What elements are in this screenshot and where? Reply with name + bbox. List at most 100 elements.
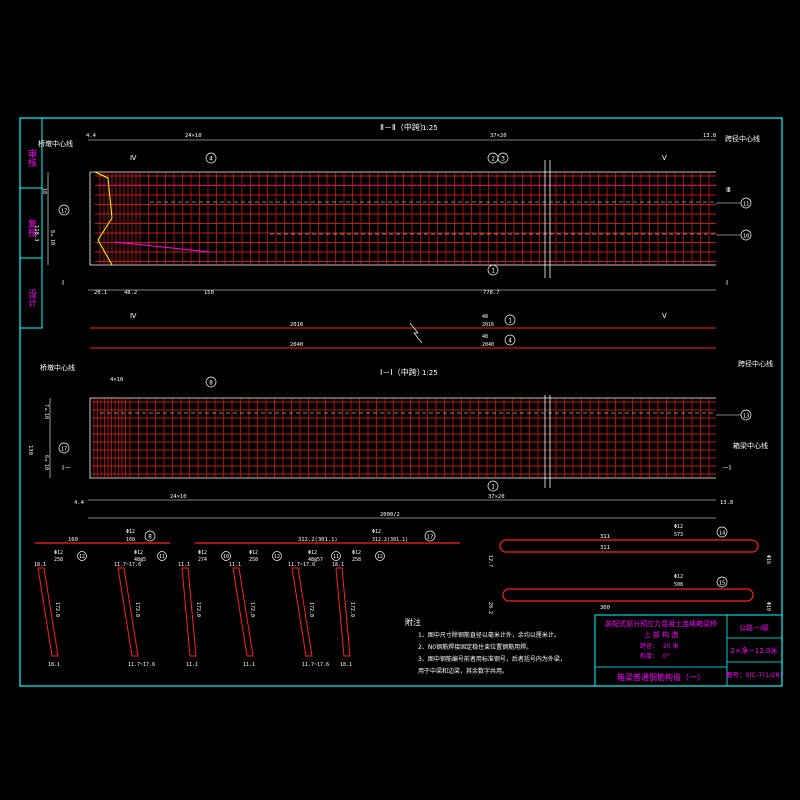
slanted-bar-dia: Φ12: [249, 550, 258, 556]
note-2: 2、N0钢筋焊接固定稳住束位置钢筋用焊。: [418, 643, 532, 651]
notes-heading: 附注: [405, 617, 421, 627]
slanted-bar-top-dim: 11.1: [178, 562, 190, 568]
svg-text:17: 17: [61, 209, 68, 215]
long-bar-1-qty: 48: [482, 314, 488, 320]
loop-15-h: 28.2: [487, 602, 493, 614]
bar-8-sub: 160: [126, 537, 135, 543]
slanted-bar-bottom-dim: 18.1: [48, 662, 60, 668]
dim-bottom-1: 48.2: [124, 290, 137, 296]
bar-17-len: 312.2(301.1): [298, 537, 338, 543]
slanted-bar-bottom-dim: 11.7~17.6: [128, 662, 155, 668]
section-bottom-scale: 1:25: [422, 369, 438, 377]
long-bar-4-qty: 48: [482, 334, 488, 340]
dim-left-1: 10: [41, 188, 47, 194]
long-bar-4-sub: 2040: [482, 342, 494, 348]
slanted-bar-dia: Φ12: [352, 550, 361, 556]
cut-mark-i: Ⅰ－: [62, 464, 71, 472]
slanted-bar-qty: 258: [54, 557, 63, 563]
bar-8-len: 160: [68, 537, 78, 543]
section-top-scale: 1:25: [422, 124, 438, 132]
slanted-bar-callout-number: 11: [159, 554, 165, 560]
loop-15-r: Φ10: [765, 602, 771, 611]
slanted-bar-side-dim: 172.0: [134, 602, 140, 617]
skew-label: 斜度：: [640, 652, 658, 660]
loop-14-h: 12.7: [487, 555, 493, 567]
slanted-bar-dia: Φ12: [134, 550, 143, 556]
drawing-canvas: 审核 复核 设计 Ⅱ－Ⅱ（中跨） 1:25 桥墩中心线 跨径中心线 4.4 24…: [0, 0, 800, 800]
slanted-bar-callout-number: 12: [377, 554, 383, 560]
skew-value: 0°: [663, 653, 670, 660]
dim-left-b2: 6×10: [43, 455, 49, 470]
slanted-bar-callout-number: 11: [333, 554, 339, 560]
slanted-bar-callout-number: 12: [274, 554, 280, 560]
svg-text:8: 8: [148, 534, 152, 541]
slanted-bar-dia: Φ12: [54, 550, 63, 556]
svg-text:11: 11: [743, 202, 750, 208]
dim-top-2: 37×20: [490, 133, 507, 139]
cut-mark-v: Ⅴ: [662, 154, 667, 162]
deck-width: 2×净－12.0米: [731, 646, 778, 655]
stamp-design: 设计: [26, 289, 37, 308]
bar-17-dia: Φ12: [372, 529, 381, 535]
loop-14-qty: 573: [674, 532, 683, 538]
dim-b-0: 4.4: [74, 500, 85, 506]
svg-text:8: 8: [209, 380, 213, 387]
dim-top-1: 24×10: [185, 133, 202, 139]
cut-mark-iii: Ⅲ: [726, 186, 731, 194]
slanted-bar-bottom-dim: 11.1: [186, 662, 198, 668]
section-bottom-title: Ⅰ－Ⅰ（中跨）: [380, 367, 425, 377]
section-top-title: Ⅱ－Ⅱ（中跨）: [380, 122, 428, 132]
dim-left-2: 8×10: [49, 230, 55, 245]
svg-text:10: 10: [743, 234, 750, 240]
slanted-bar-bottom-dim: 11.1: [243, 662, 255, 668]
dim-b-2: 37×20: [488, 494, 505, 500]
slanted-bar-top-dim: 18.1: [332, 562, 344, 568]
cut-mark-i: －Ⅰ: [722, 464, 731, 472]
slanted-bar-bottom-dim: 18.1: [340, 662, 352, 668]
svg-text:1: 1: [508, 318, 512, 325]
bar-17-sub: 312.2(301.1): [372, 537, 408, 543]
drawing-number: 图号：SIC-7(1/28): [726, 671, 782, 679]
svg-text:3: 3: [501, 156, 505, 163]
note-1: 1、图中尺寸除钢筋直径以毫米计外，余均以厘米计。: [418, 631, 560, 639]
span-centerline-label: 跨径中心线: [725, 134, 760, 143]
slanted-bar-qty: 258: [352, 557, 361, 563]
slanted-bar-side-dim: 172.0: [249, 602, 255, 617]
cut-mark-i: Ⅰ: [726, 279, 728, 287]
dim-b-3: 13.8: [720, 500, 733, 506]
loop-15-dia: Φ12: [674, 574, 683, 580]
svg-text:13: 13: [743, 414, 750, 420]
slanted-bar-callout-number: 10: [223, 554, 229, 560]
note-3: 3、图中钢筋编号前者用标准钢号，后者括号内为外梁，: [418, 655, 566, 663]
slanted-bar-side-dim: 172.0: [308, 602, 314, 617]
svg-text:15: 15: [719, 581, 726, 587]
cut-mark-iv: Ⅳ: [130, 154, 137, 162]
slanted-bar-top-dim: 18.1: [34, 562, 46, 568]
span-value: 20 米: [663, 642, 679, 650]
slanted-bar-callout-number: 12: [79, 554, 85, 560]
svg-text:4: 4: [209, 156, 213, 163]
svg-text:17: 17: [427, 535, 434, 541]
dim-b-1: 24×10: [170, 494, 187, 500]
pier-centerline-label-2: 桥墩中心线: [40, 363, 75, 372]
slanted-bar-top-dim: 11.1: [229, 562, 241, 568]
long-bar-1-sub: 2016: [482, 322, 494, 328]
svg-text:4: 4: [508, 338, 512, 345]
loop-15-len: 300: [600, 605, 610, 611]
loop-14-r: Φ16: [765, 555, 771, 564]
cut-mark-i: Ⅰ: [62, 279, 64, 287]
dim-b-4: 2000/2: [380, 512, 400, 518]
span-label: 跨径：: [640, 642, 658, 650]
span-centerline-label-2: 跨径中心线: [738, 359, 773, 368]
svg-text:1: 1: [491, 484, 495, 491]
slanted-bar-qty: 48@5: [134, 557, 146, 563]
dim-top-3: 13.8: [703, 133, 716, 139]
load-class: 公路－Ⅰ级: [739, 623, 769, 632]
stamp-review: 审核: [26, 148, 37, 168]
slanted-bar-qty: 48@57: [308, 557, 323, 563]
dim-bottom-2: 150: [204, 290, 214, 296]
slanted-bar-qty: 274: [198, 557, 207, 563]
drawing-title: 箱梁普通钢筋构造（一）: [617, 672, 705, 682]
svg-text:1: 1: [491, 268, 495, 275]
svg-text:2: 2: [491, 156, 495, 163]
